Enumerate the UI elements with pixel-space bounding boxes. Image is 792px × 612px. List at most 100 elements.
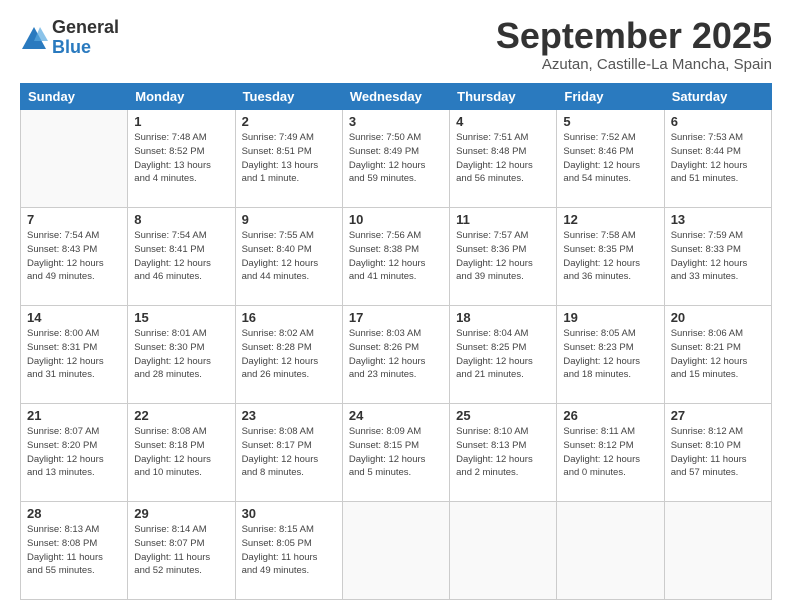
day-info: Sunrise: 8:03 AM Sunset: 8:26 PM Dayligh… bbox=[349, 327, 443, 382]
day-info: Sunrise: 8:12 AM Sunset: 8:10 PM Dayligh… bbox=[671, 425, 765, 480]
calendar-cell: 3Sunrise: 7:50 AM Sunset: 8:49 PM Daylig… bbox=[342, 110, 449, 208]
calendar-cell: 11Sunrise: 7:57 AM Sunset: 8:36 PM Dayli… bbox=[450, 208, 557, 306]
day-number: 4 bbox=[456, 114, 550, 129]
weekday-header-row: SundayMondayTuesdayWednesdayThursdayFrid… bbox=[21, 84, 772, 110]
day-number: 2 bbox=[242, 114, 336, 129]
day-number: 8 bbox=[134, 212, 228, 227]
calendar-cell: 30 Sunrise: 8:15 AM Sunset: 8:05 PM Dayli… bbox=[235, 502, 342, 600]
day-info: Sunrise: 8:11 AM Sunset: 8:12 PM Dayligh… bbox=[563, 425, 657, 480]
weekday-header-saturday: Saturday bbox=[664, 84, 771, 110]
day-info: Sunrise: 7:54 AM Sunset: 8:41 PM Dayligh… bbox=[134, 229, 228, 284]
day-number: 30 bbox=[242, 506, 336, 521]
calendar-cell bbox=[342, 502, 449, 600]
logo-general: General bbox=[52, 18, 119, 38]
weekday-header-thursday: Thursday bbox=[450, 84, 557, 110]
day-info: Sunrise: 7:48 AM Sunset: 8:52 PM Dayligh… bbox=[134, 131, 228, 186]
logo-text: General Blue bbox=[52, 18, 119, 58]
calendar-cell: 22 Sunrise: 8:08 AM Sunset: 8:18 PM Dayli… bbox=[128, 404, 235, 502]
day-info: Sunrise: 7:52 AM Sunset: 8:46 PM Dayligh… bbox=[563, 131, 657, 186]
calendar-cell: 26 Sunrise: 8:11 AM Sunset: 8:12 PM Dayli… bbox=[557, 404, 664, 502]
day-info: Sunrise: 8:04 AM Sunset: 8:25 PM Dayligh… bbox=[456, 327, 550, 382]
day-number: 28 bbox=[27, 506, 121, 521]
calendar-cell bbox=[450, 502, 557, 600]
day-info: Sunrise: 7:58 AM Sunset: 8:35 PM Dayligh… bbox=[563, 229, 657, 284]
day-info: Sunrise: 8:14 AM Sunset: 8:07 PM Dayligh… bbox=[134, 523, 228, 578]
day-number: 18 bbox=[456, 310, 550, 325]
day-number: 3 bbox=[349, 114, 443, 129]
logo-icon bbox=[20, 25, 48, 53]
calendar-cell: 8 Sunrise: 7:54 AM Sunset: 8:41 PM Daylig… bbox=[128, 208, 235, 306]
day-number: 9 bbox=[242, 212, 336, 227]
day-number: 23 bbox=[242, 408, 336, 423]
calendar-cell: 1Sunrise: 7:48 AM Sunset: 8:52 PM Daylig… bbox=[128, 110, 235, 208]
day-info: Sunrise: 8:15 AM Sunset: 8:05 PM Dayligh… bbox=[242, 523, 336, 578]
calendar-table: SundayMondayTuesdayWednesdayThursdayFrid… bbox=[20, 83, 772, 600]
calendar-cell: 14 Sunrise: 8:00 AM Sunset: 8:31 PM Dayli… bbox=[21, 306, 128, 404]
weekday-header-sunday: Sunday bbox=[21, 84, 128, 110]
day-number: 5 bbox=[563, 114, 657, 129]
calendar-cell: 9 Sunrise: 7:55 AM Sunset: 8:40 PM Daylig… bbox=[235, 208, 342, 306]
location-subtitle: Azutan, Castille-La Mancha, Spain bbox=[496, 56, 772, 73]
day-info: Sunrise: 7:55 AM Sunset: 8:40 PM Dayligh… bbox=[242, 229, 336, 284]
calendar-cell: 2 Sunrise: 7:49 AM Sunset: 8:51 PM Daylig… bbox=[235, 110, 342, 208]
calendar-week-row: 7 Sunrise: 7:54 AM Sunset: 8:43 PM Daylig… bbox=[21, 208, 772, 306]
weekday-header-tuesday: Tuesday bbox=[235, 84, 342, 110]
calendar-cell: 25 Sunrise: 8:10 AM Sunset: 8:13 PM Dayli… bbox=[450, 404, 557, 502]
calendar-cell: 28 Sunrise: 8:13 AM Sunset: 8:08 PM Dayli… bbox=[21, 502, 128, 600]
calendar-cell: 27Sunrise: 8:12 AM Sunset: 8:10 PM Dayli… bbox=[664, 404, 771, 502]
day-number: 14 bbox=[27, 310, 121, 325]
calendar-week-row: 21Sunrise: 8:07 AM Sunset: 8:20 PM Dayli… bbox=[21, 404, 772, 502]
day-info: Sunrise: 8:02 AM Sunset: 8:28 PM Dayligh… bbox=[242, 327, 336, 382]
day-number: 22 bbox=[134, 408, 228, 423]
day-number: 17 bbox=[349, 310, 443, 325]
day-info: Sunrise: 8:00 AM Sunset: 8:31 PM Dayligh… bbox=[27, 327, 121, 382]
day-number: 7 bbox=[27, 212, 121, 227]
day-number: 29 bbox=[134, 506, 228, 521]
weekday-header-monday: Monday bbox=[128, 84, 235, 110]
calendar-cell: 10Sunrise: 7:56 AM Sunset: 8:38 PM Dayli… bbox=[342, 208, 449, 306]
calendar-cell: 18 Sunrise: 8:04 AM Sunset: 8:25 PM Dayli… bbox=[450, 306, 557, 404]
calendar-cell: 23 Sunrise: 8:08 AM Sunset: 8:17 PM Dayli… bbox=[235, 404, 342, 502]
day-info: Sunrise: 7:49 AM Sunset: 8:51 PM Dayligh… bbox=[242, 131, 336, 186]
calendar-cell: 21Sunrise: 8:07 AM Sunset: 8:20 PM Dayli… bbox=[21, 404, 128, 502]
logo: General Blue bbox=[20, 18, 119, 58]
calendar-cell: 29 Sunrise: 8:14 AM Sunset: 8:07 PM Dayli… bbox=[128, 502, 235, 600]
day-number: 25 bbox=[456, 408, 550, 423]
calendar-cell: 4 Sunrise: 7:51 AM Sunset: 8:48 PM Daylig… bbox=[450, 110, 557, 208]
calendar-cell: 19Sunrise: 8:05 AM Sunset: 8:23 PM Dayli… bbox=[557, 306, 664, 404]
day-info: Sunrise: 8:10 AM Sunset: 8:13 PM Dayligh… bbox=[456, 425, 550, 480]
calendar-cell: 6 Sunrise: 7:53 AM Sunset: 8:44 PM Daylig… bbox=[664, 110, 771, 208]
header: General Blue September 2025 Azutan, Cast… bbox=[20, 18, 772, 73]
day-info: Sunrise: 7:51 AM Sunset: 8:48 PM Dayligh… bbox=[456, 131, 550, 186]
day-number: 26 bbox=[563, 408, 657, 423]
title-block: September 2025 Azutan, Castille-La Manch… bbox=[496, 18, 772, 73]
day-info: Sunrise: 7:54 AM Sunset: 8:43 PM Dayligh… bbox=[27, 229, 121, 284]
calendar-cell bbox=[557, 502, 664, 600]
logo-blue: Blue bbox=[52, 38, 119, 58]
month-title: September 2025 bbox=[496, 18, 772, 54]
page: General Blue September 2025 Azutan, Cast… bbox=[0, 0, 792, 612]
calendar-cell bbox=[664, 502, 771, 600]
day-info: Sunrise: 8:13 AM Sunset: 8:08 PM Dayligh… bbox=[27, 523, 121, 578]
day-info: Sunrise: 8:08 AM Sunset: 8:17 PM Dayligh… bbox=[242, 425, 336, 480]
calendar-cell: 17 Sunrise: 8:03 AM Sunset: 8:26 PM Dayli… bbox=[342, 306, 449, 404]
weekday-header-wednesday: Wednesday bbox=[342, 84, 449, 110]
day-number: 13 bbox=[671, 212, 765, 227]
calendar-cell: 12 Sunrise: 7:58 AM Sunset: 8:35 PM Dayli… bbox=[557, 208, 664, 306]
day-number: 12 bbox=[563, 212, 657, 227]
calendar-week-row: 1Sunrise: 7:48 AM Sunset: 8:52 PM Daylig… bbox=[21, 110, 772, 208]
day-info: Sunrise: 8:06 AM Sunset: 8:21 PM Dayligh… bbox=[671, 327, 765, 382]
day-number: 11 bbox=[456, 212, 550, 227]
day-info: Sunrise: 8:08 AM Sunset: 8:18 PM Dayligh… bbox=[134, 425, 228, 480]
day-number: 10 bbox=[349, 212, 443, 227]
calendar-cell: 5 Sunrise: 7:52 AM Sunset: 8:46 PM Daylig… bbox=[557, 110, 664, 208]
day-info: Sunrise: 7:59 AM Sunset: 8:33 PM Dayligh… bbox=[671, 229, 765, 284]
day-number: 6 bbox=[671, 114, 765, 129]
day-info: Sunrise: 8:05 AM Sunset: 8:23 PM Dayligh… bbox=[563, 327, 657, 382]
calendar-cell: 20Sunrise: 8:06 AM Sunset: 8:21 PM Dayli… bbox=[664, 306, 771, 404]
calendar-cell: 16Sunrise: 8:02 AM Sunset: 8:28 PM Dayli… bbox=[235, 306, 342, 404]
day-info: Sunrise: 8:07 AM Sunset: 8:20 PM Dayligh… bbox=[27, 425, 121, 480]
calendar-week-row: 14 Sunrise: 8:00 AM Sunset: 8:31 PM Dayli… bbox=[21, 306, 772, 404]
day-info: Sunrise: 7:53 AM Sunset: 8:44 PM Dayligh… bbox=[671, 131, 765, 186]
calendar-cell: 24Sunrise: 8:09 AM Sunset: 8:15 PM Dayli… bbox=[342, 404, 449, 502]
